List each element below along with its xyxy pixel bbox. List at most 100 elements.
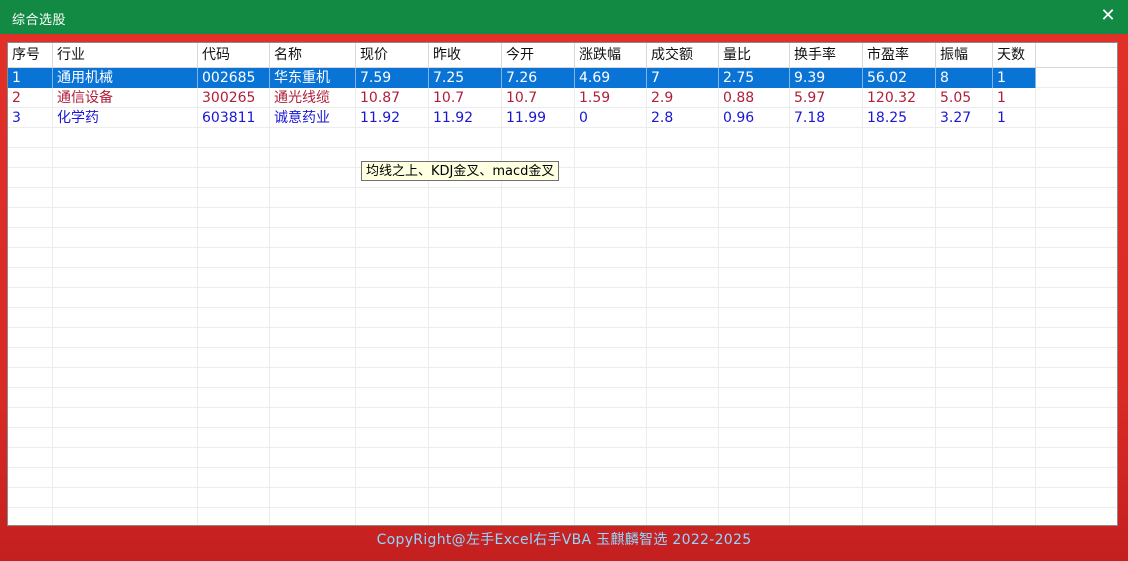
- cell-col-industry: 通用机械: [53, 68, 198, 88]
- cell-col-change: 4.69: [575, 68, 647, 88]
- grid-line: [8, 487, 1117, 488]
- copyright-footer: CopyRight@左手Excel右手VBA 玉麒麟智选 2022-2025: [376, 532, 752, 548]
- grid-line: [8, 187, 1117, 188]
- cell-col-code: 300265: [202, 90, 256, 106]
- cell-col-open: 11.99: [506, 110, 547, 126]
- grid-line: [8, 327, 1117, 328]
- grid-line: [52, 68, 53, 525]
- cell-col-amplitude: 8: [936, 68, 993, 88]
- cell-col-days: 1: [993, 68, 1036, 88]
- cell-col-amplitude: 3.27: [940, 110, 972, 126]
- header-col-price[interactable]: 现价: [356, 43, 429, 67]
- cell-col-pe: 18.25: [867, 110, 908, 126]
- list-header: 序号 行业 代码 名称 现价 昨收 今开 涨跌幅 成交额 量比 换手率 市盈率 振幅 天数: [8, 43, 1117, 68]
- grid-line: [8, 247, 1117, 248]
- stock-list-view[interactable]: 序号 行业 代码 名称 现价 昨收 今开 涨跌幅 成交额 量比 换手率 市盈率 振幅 天数 1 通用机械 00…: [7, 42, 1118, 526]
- grid-line: [574, 68, 575, 525]
- cell-col-amplitude: 5.05: [940, 90, 972, 106]
- grid-line: [8, 427, 1117, 428]
- header-col-index[interactable]: 序号: [8, 43, 53, 67]
- cell-col-turnover-rate: 9.39: [790, 68, 863, 88]
- header-col-name[interactable]: 名称: [270, 43, 356, 67]
- app-window: 综合选股 ✕ 序号 行业 代码 名称 现价 昨收 今开 涨跌幅 成交额 量比 换手率 市盈率 振幅 天数 …: [0, 0, 1128, 561]
- header-col-prev-close[interactable]: 昨收: [429, 43, 502, 67]
- grid-line: [8, 467, 1117, 468]
- grid-line: [862, 68, 863, 525]
- grid-line: [8, 367, 1117, 368]
- grid-line: [8, 267, 1117, 268]
- cell-col-volume-ratio: 0.88: [723, 90, 755, 106]
- cell-col-price: 7.59: [356, 68, 429, 88]
- close-icon[interactable]: ✕: [1098, 6, 1118, 26]
- cell-col-days: 1: [997, 110, 1006, 126]
- grid-line: [501, 68, 502, 525]
- title-bar: 综合选股 ✕: [0, 0, 1128, 34]
- header-col-days[interactable]: 天数: [993, 43, 1036, 67]
- cell-col-turnover-amount: 2.8: [651, 110, 674, 126]
- header-col-turnover-amount[interactable]: 成交额: [647, 43, 719, 67]
- cell-col-name: 诚意药业: [274, 110, 330, 126]
- cell-col-prev-close: 7.25: [429, 68, 502, 88]
- grid-line: [8, 347, 1117, 348]
- cell-col-volume-ratio: 2.75: [719, 68, 790, 88]
- grid-line: [1035, 68, 1036, 525]
- cell-col-industry: 通信设备: [57, 90, 113, 106]
- cell-col-turnover-rate: 5.97: [794, 90, 826, 106]
- cell-col-industry: 化学药: [57, 110, 99, 126]
- grid-line: [935, 68, 936, 525]
- cell-col-change: 1.59: [579, 90, 611, 106]
- header-col-open[interactable]: 今开: [502, 43, 575, 67]
- grid-line: [8, 147, 1117, 148]
- cell-col-pe: 56.02: [863, 68, 936, 88]
- grid-line: [992, 68, 993, 525]
- cell-col-turnover-rate: 7.18: [794, 110, 826, 126]
- header-col-pe[interactable]: 市盈率: [863, 43, 936, 67]
- cell-col-open: 7.26: [502, 68, 575, 88]
- cell-col-code: 002685: [198, 68, 270, 88]
- grid-line: [355, 68, 356, 525]
- header-col-industry[interactable]: 行业: [53, 43, 198, 67]
- grid-line: [8, 387, 1117, 388]
- grid-line: [8, 307, 1117, 308]
- cell-col-code: 603811: [202, 110, 256, 126]
- grid-line: [8, 207, 1117, 208]
- grid-line: [428, 68, 429, 525]
- grid-line: [718, 68, 719, 525]
- cell-col-name: 华东重机: [270, 68, 356, 88]
- grid-line: [789, 68, 790, 525]
- cell-col-name: 通光线缆: [274, 90, 330, 106]
- header-col-code[interactable]: 代码: [198, 43, 270, 67]
- cell-col-prev-close: 10.7: [433, 90, 465, 106]
- cell-col-turnover-amount: 2.9: [651, 90, 674, 106]
- cell-col-price: 10.87: [360, 90, 401, 106]
- list-body: 1 通用机械 002685 华东重机 7.59 7.25 7.26 4.69 7 2.75 9.39…: [8, 68, 1117, 525]
- header-col-change[interactable]: 涨跌幅: [575, 43, 647, 67]
- cell-col-change: 0: [579, 110, 588, 126]
- grid-line: [8, 507, 1117, 508]
- cell-col-index: 2: [12, 90, 21, 106]
- grid-line: [8, 167, 1117, 168]
- cell-col-days: 1: [997, 90, 1006, 106]
- grid-line: [646, 68, 647, 525]
- table-row[interactable]: 2 通信设备 300265 通光线缆 10.87 10.7 10.7 1.59 2.9 0.88 5…: [8, 88, 1036, 108]
- table-row[interactable]: 3 化学药 603811 诚意药业 11.92 11.92 11.99 0 2.8 0.96 7.1…: [8, 108, 1036, 128]
- cell-col-price: 11.92: [360, 110, 401, 126]
- cell-col-volume-ratio: 0.96: [723, 110, 755, 126]
- table-row[interactable]: 1 通用机械 002685 华东重机 7.59 7.25 7.26 4.69 7 2.75 9.39…: [8, 68, 1036, 88]
- cell-col-turnover-amount: 7: [647, 68, 719, 88]
- header-col-volume-ratio[interactable]: 量比: [719, 43, 790, 67]
- cell-col-index: 1: [8, 68, 53, 88]
- grid-line: [8, 407, 1117, 408]
- grid-line: [8, 287, 1117, 288]
- grid-line: [269, 68, 270, 525]
- row-tooltip: 均线之上、KDJ金叉、macd金叉: [361, 161, 560, 181]
- cell-col-index: 3: [12, 110, 21, 126]
- grid-line: [8, 227, 1117, 228]
- header-col-turnover-rate[interactable]: 换手率: [790, 43, 863, 67]
- grid-line: [8, 447, 1117, 448]
- header-col-amplitude[interactable]: 振幅: [936, 43, 993, 67]
- cell-col-open: 10.7: [506, 90, 538, 106]
- grid-line: [197, 68, 198, 525]
- window-title: 综合选股: [12, 13, 67, 28]
- cell-col-pe: 120.32: [867, 90, 916, 106]
